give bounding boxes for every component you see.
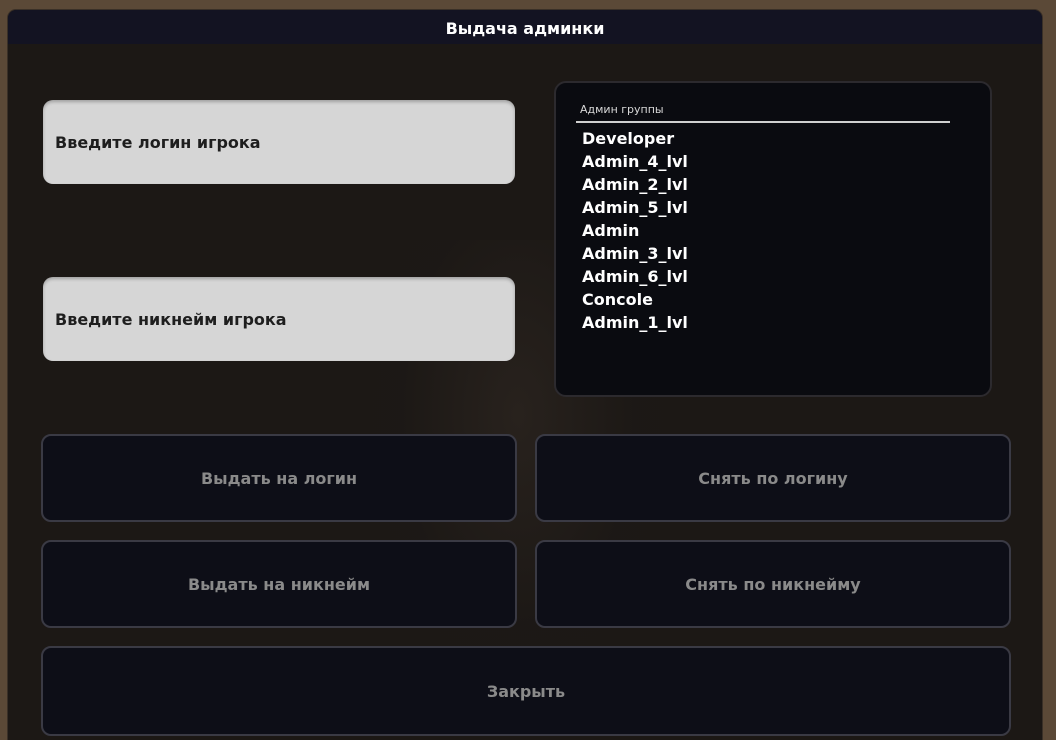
group-item-admin-6-lvl[interactable]: Admin_6_lvl bbox=[582, 265, 688, 288]
give-by-login-button[interactable]: Выдать на логин bbox=[41, 434, 517, 522]
group-item-admin-3-lvl[interactable]: Admin_3_lvl bbox=[582, 242, 688, 265]
group-item-developer[interactable]: Developer bbox=[582, 127, 688, 150]
admin-groups-divider bbox=[576, 121, 950, 123]
window-title: Выдача админки bbox=[8, 10, 1042, 44]
nickname-input-placeholder: Введите никнейм игрока bbox=[55, 309, 287, 329]
group-item-admin-1-lvl[interactable]: Admin_1_lvl bbox=[582, 311, 688, 334]
group-item-admin-4-lvl[interactable]: Admin_4_lvl bbox=[582, 150, 688, 173]
login-input-placeholder: Введите логин игрока bbox=[55, 132, 261, 152]
admin-groups-list[interactable]: Админ группы Developer Admin_4_lvl Admin… bbox=[554, 81, 992, 397]
group-item-admin-2-lvl[interactable]: Admin_2_lvl bbox=[582, 173, 688, 196]
group-item-admin-5-lvl[interactable]: Admin_5_lvl bbox=[582, 196, 688, 219]
remove-by-nickname-button[interactable]: Снять по никнейму bbox=[535, 540, 1011, 628]
group-item-admin[interactable]: Admin bbox=[582, 219, 688, 242]
remove-by-login-button[interactable]: Снять по логину bbox=[535, 434, 1011, 522]
close-button[interactable]: Закрыть bbox=[41, 646, 1011, 736]
nickname-input[interactable]: Введите никнейм игрока bbox=[43, 277, 515, 361]
admin-groups-items: Developer Admin_4_lvl Admin_2_lvl Admin_… bbox=[582, 127, 688, 334]
admin-groups-title: Админ группы bbox=[580, 103, 664, 116]
login-input[interactable]: Введите логин игрока bbox=[43, 100, 515, 184]
give-by-nickname-button[interactable]: Выдать на никнейм bbox=[41, 540, 517, 628]
group-item-concole[interactable]: Concole bbox=[582, 288, 688, 311]
admin-panel-window: Выдача админки Введите логин игрока Введ… bbox=[8, 10, 1042, 740]
